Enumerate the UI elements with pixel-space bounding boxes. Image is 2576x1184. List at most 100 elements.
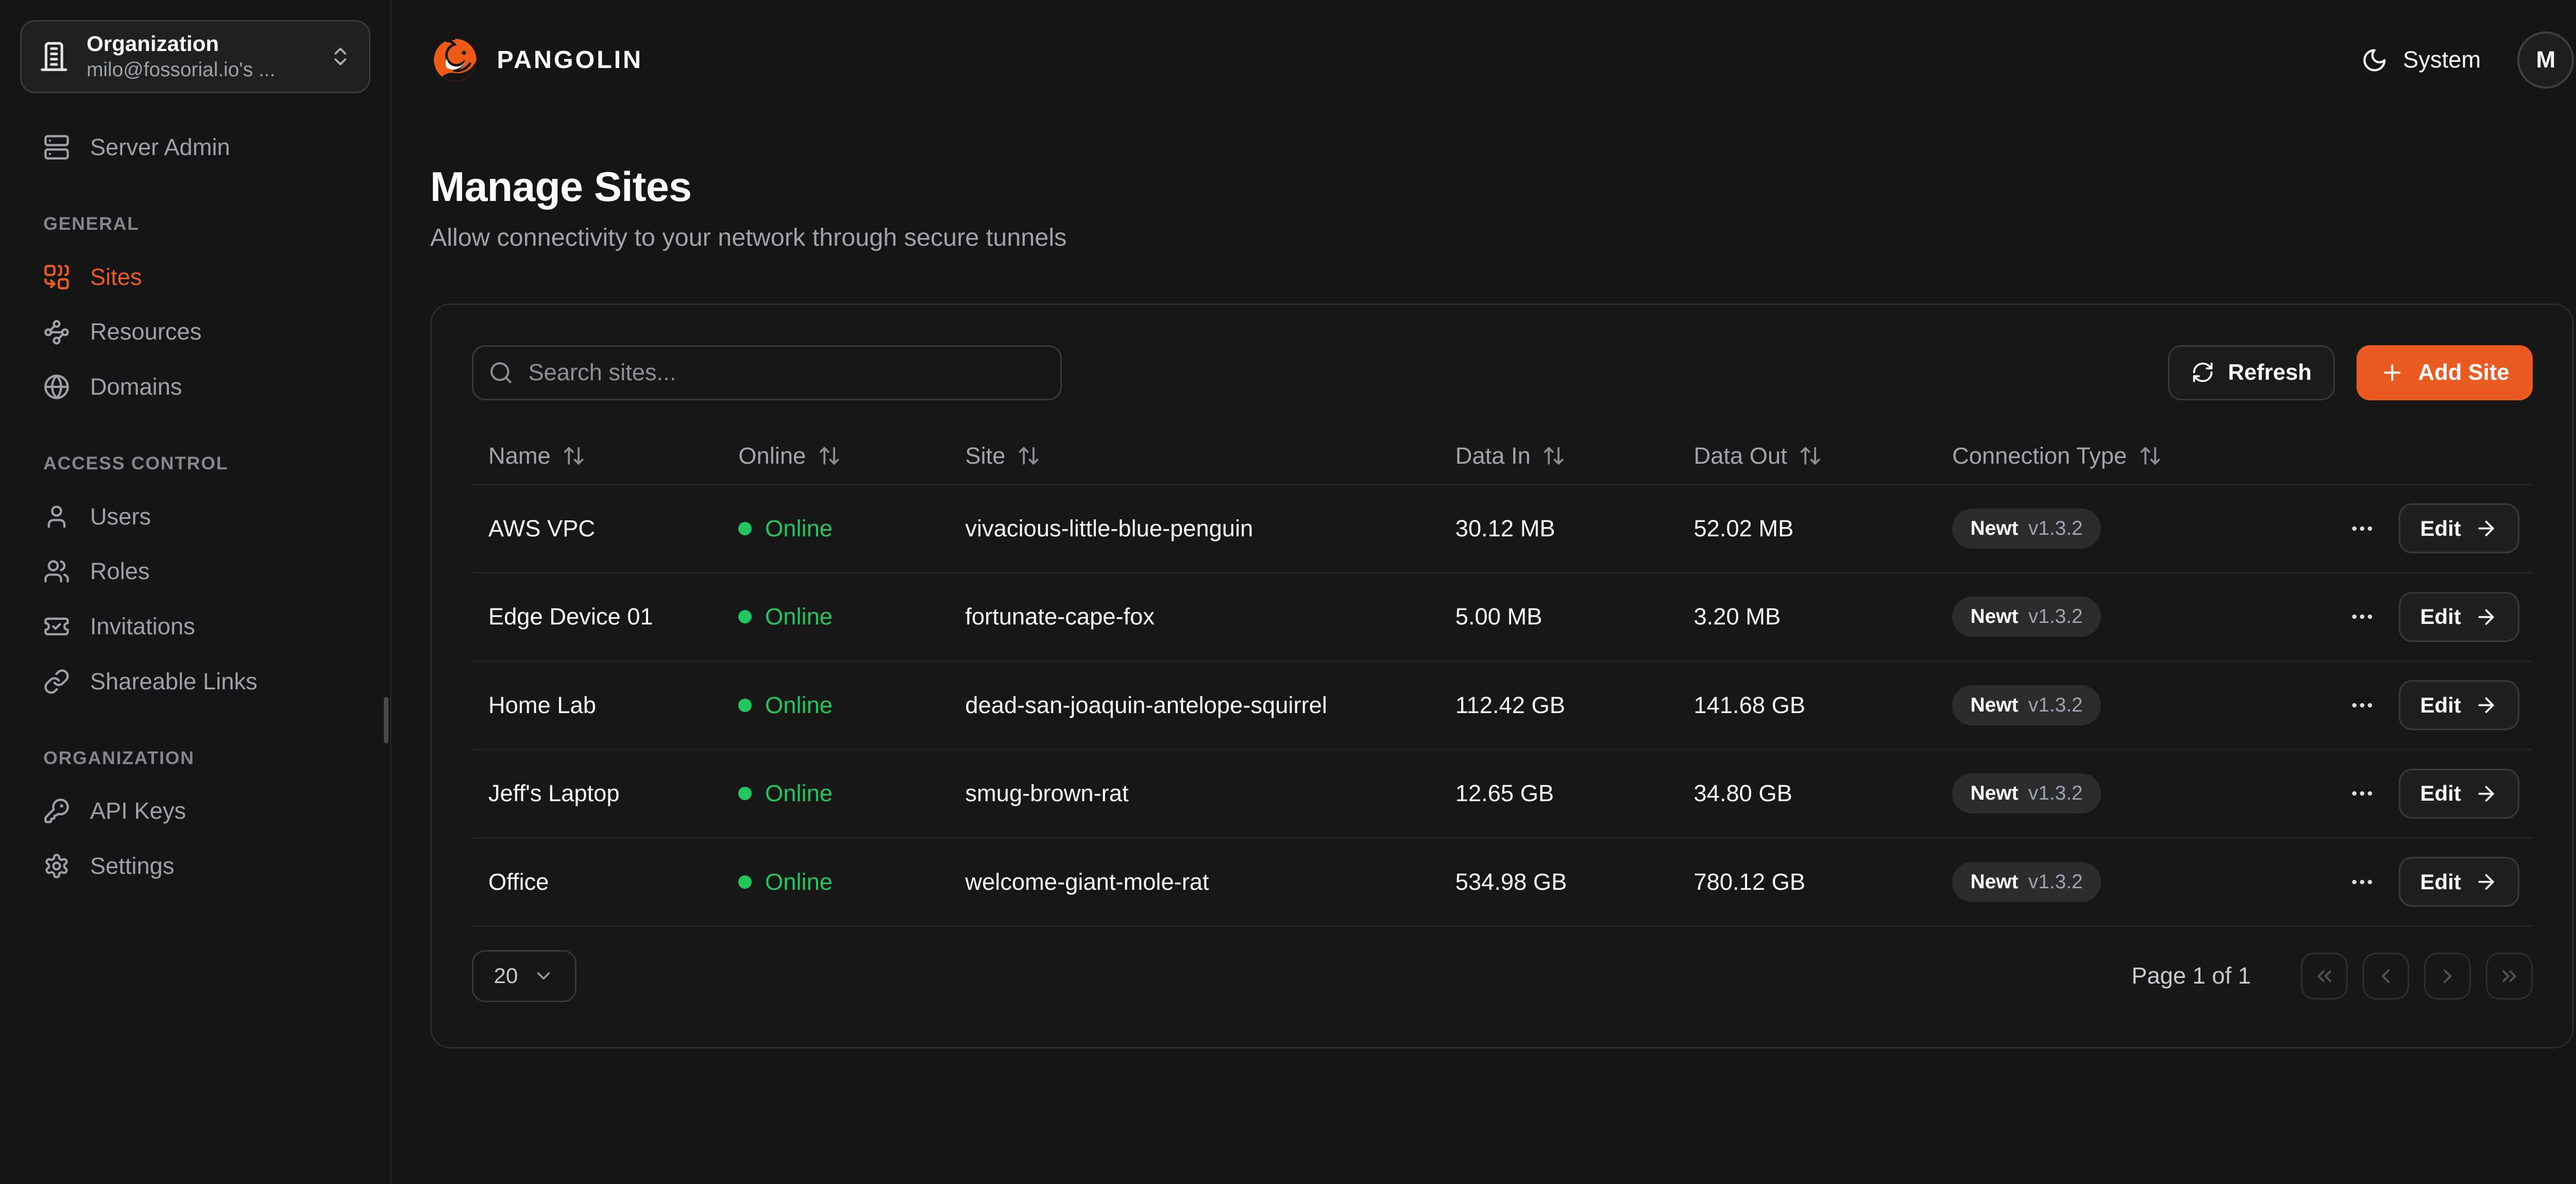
search-icon xyxy=(488,360,514,385)
chevrons-right-icon xyxy=(2498,965,2521,988)
main-content: Manage Sites Allow connectivity to your … xyxy=(392,120,2576,1048)
column-label: Site xyxy=(965,443,1005,469)
sort-icon xyxy=(1542,444,1565,467)
edit-label: Edit xyxy=(2420,604,2461,629)
key-icon xyxy=(43,798,70,824)
actions-cell: Edit xyxy=(2331,592,2533,642)
status-label: Online xyxy=(765,869,833,895)
refresh-button[interactable]: Refresh xyxy=(2168,345,2335,400)
status-cell: Online xyxy=(722,869,948,895)
user-icon xyxy=(43,503,70,530)
sidebar-scrollbar[interactable] xyxy=(384,697,389,744)
data-out-cell: 780.12 GB xyxy=(1677,869,1936,895)
row-menu-button[interactable] xyxy=(2347,858,2377,905)
site-name-cell: Jeff's Laptop xyxy=(472,780,722,807)
topbar: PANGOLIN System M xyxy=(392,0,2576,120)
chevrons-up-down-icon xyxy=(329,45,352,68)
column-header-data-out: Data Out xyxy=(1677,431,1936,481)
org-selector-label: Organization xyxy=(87,30,312,58)
edit-button[interactable]: Edit xyxy=(2399,503,2519,553)
status-cell: Online xyxy=(722,692,948,719)
pager-buttons xyxy=(2301,953,2533,1000)
sort-button[interactable]: Name xyxy=(472,431,603,481)
sidebar-item-label: Server Admin xyxy=(90,134,230,161)
users-icon xyxy=(43,558,70,585)
sort-button[interactable]: Site xyxy=(948,431,1057,481)
sidebar: Organization milo@fossorial.io's ... Ser… xyxy=(0,0,392,1184)
sidebar-item-invitations[interactable]: Invitations xyxy=(20,599,370,654)
sidebar-section-title: GENERAL xyxy=(20,213,370,234)
edit-button[interactable]: Edit xyxy=(2399,592,2519,642)
sidebar-item-roles[interactable]: Roles xyxy=(20,544,370,599)
sidebar-nav: Server Admin GENERAL SitesResourcesDomains… xyxy=(20,120,370,893)
table-row: Home LabOnlinedead-san-joaquin-antelope-… xyxy=(472,662,2533,751)
page-size-value: 20 xyxy=(494,963,518,988)
status-dot xyxy=(738,875,752,889)
chevron-right-icon xyxy=(2436,965,2459,988)
previous-page-button[interactable] xyxy=(2363,953,2410,1000)
search-input[interactable] xyxy=(472,345,1062,400)
sidebar-item-label: Shareable Links xyxy=(90,668,258,695)
connection-type-cell: Newt v1.3.2 xyxy=(1936,509,2331,549)
table-row: OfficeOnlinewelcome-giant-mole-rat534.98… xyxy=(472,839,2533,927)
sort-button[interactable]: Data In xyxy=(1438,431,1582,481)
next-page-button[interactable] xyxy=(2424,953,2471,1000)
status-dot xyxy=(738,787,752,800)
row-menu-button[interactable] xyxy=(2347,770,2377,817)
avatar[interactable]: M xyxy=(2517,31,2574,88)
column-label: Online xyxy=(738,443,806,469)
sidebar-item-domains[interactable]: Domains xyxy=(20,360,370,415)
sidebar-item-resources[interactable]: Resources xyxy=(20,305,370,360)
connection-version: v1.3.2 xyxy=(2028,605,2083,628)
connection-type-badge: Newtv1.3.2 xyxy=(1952,862,2101,902)
arrow-right-icon xyxy=(2475,782,2498,805)
chevron-left-icon xyxy=(2374,965,2397,988)
last-page-button[interactable] xyxy=(2486,953,2533,1000)
site-name-cell: Home Lab xyxy=(472,692,722,719)
column-label: Name xyxy=(488,443,551,469)
page-size-select[interactable]: 20 xyxy=(472,950,577,1002)
status-label: Online xyxy=(765,780,833,807)
row-menu-button[interactable] xyxy=(2347,594,2377,640)
site-name-cell: Office xyxy=(472,869,722,895)
sidebar-item-settings[interactable]: Settings xyxy=(20,839,370,894)
brand-logo[interactable]: PANGOLIN xyxy=(430,35,643,85)
edit-label: Edit xyxy=(2420,516,2461,541)
sidebar-item-server-admin[interactable]: Server Admin xyxy=(20,120,370,175)
sort-button[interactable]: Data Out xyxy=(1677,431,1839,481)
status-label: Online xyxy=(765,603,833,630)
org-selector[interactable]: Organization milo@fossorial.io's ... xyxy=(20,20,370,93)
edit-button[interactable]: Edit xyxy=(2399,769,2519,819)
actions-cell: Edit xyxy=(2331,680,2533,730)
data-out-cell: 141.68 GB xyxy=(1677,692,1936,719)
sidebar-item-sites[interactable]: Sites xyxy=(20,249,370,305)
sidebar-item-shareable-links[interactable]: Shareable Links xyxy=(20,654,370,709)
row-menu-button[interactable] xyxy=(2347,682,2377,729)
data-in-cell: 534.98 GB xyxy=(1438,869,1677,895)
table-row: Jeff's LaptopOnlinesmug-brown-rat12.65 G… xyxy=(472,750,2533,839)
column-header-online: Online xyxy=(722,431,948,481)
arrow-right-icon xyxy=(2475,517,2498,540)
page-title: Manage Sites xyxy=(430,163,2574,211)
topbar-right: System M xyxy=(2361,31,2574,88)
edit-button[interactable]: Edit xyxy=(2399,857,2519,907)
row-menu-button[interactable] xyxy=(2347,505,2377,552)
sort-button[interactable]: Connection Type xyxy=(1936,431,2179,481)
refresh-label: Refresh xyxy=(2228,360,2312,385)
server-icon xyxy=(43,134,70,161)
edit-button[interactable]: Edit xyxy=(2399,680,2519,730)
sort-button[interactable]: Online xyxy=(722,431,858,481)
theme-toggle[interactable]: System xyxy=(2361,46,2481,73)
combine-icon xyxy=(43,264,70,291)
sidebar-item-users[interactable]: Users xyxy=(20,489,370,544)
connection-name: Newt xyxy=(1971,517,2019,540)
add-site-button[interactable]: Add Site xyxy=(2357,345,2533,400)
first-page-button[interactable] xyxy=(2301,953,2348,1000)
arrow-right-icon xyxy=(2475,694,2498,717)
connection-version: v1.3.2 xyxy=(2028,517,2083,540)
gear-icon xyxy=(43,853,70,879)
table-header-row: Name Online Site Data In Data Out Connection … xyxy=(472,429,2533,485)
sidebar-item-api-keys[interactable]: API Keys xyxy=(20,784,370,839)
ellipsis-icon xyxy=(2349,603,2376,630)
building-icon xyxy=(38,41,70,72)
